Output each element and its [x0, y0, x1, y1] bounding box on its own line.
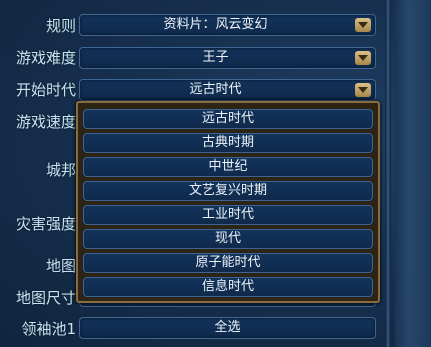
era-option-medieval[interactable]: 中世纪 — [83, 157, 373, 177]
label-leader-pool: 领袖池1 — [21, 320, 76, 338]
leader-pool-button[interactable]: 全选 — [79, 317, 376, 339]
label-game-speed: 游戏速度 — [15, 113, 76, 131]
rules-select[interactable]: 资料片：风云变幻 — [79, 14, 376, 36]
label-difficulty: 游戏难度 — [15, 49, 76, 67]
label-start-era: 开始时代 — [15, 81, 76, 99]
label-disaster-intensity: 灾害强度 — [15, 215, 76, 233]
start-era-dropdown-list: 远古时代 古典时期 中世纪 文艺复兴时期 工业时代 现代 原子能时代 信息时代 — [76, 101, 380, 303]
start-era-select-value: 远古时代 — [189, 82, 242, 97]
era-option-classical[interactable]: 古典时期 — [83, 133, 373, 153]
difficulty-select-value: 王子 — [202, 50, 229, 65]
decorative-divider — [385, 0, 391, 347]
chevron-down-icon[interactable] — [355, 51, 371, 65]
chevron-down-icon[interactable] — [355, 83, 371, 97]
label-map-size: 地图尺寸 — [15, 289, 76, 307]
label-city-states: 城邦 — [45, 161, 76, 179]
difficulty-select[interactable]: 王子 — [79, 47, 376, 69]
era-option-atomic[interactable]: 原子能时代 — [83, 253, 373, 273]
era-option-industrial[interactable]: 工业时代 — [83, 205, 373, 225]
era-option-ancient[interactable]: 远古时代 — [83, 109, 373, 129]
era-option-information[interactable]: 信息时代 — [83, 277, 373, 297]
start-era-select[interactable]: 远古时代 — [79, 79, 376, 101]
era-option-modern[interactable]: 现代 — [83, 229, 373, 249]
chevron-down-icon[interactable] — [355, 18, 371, 32]
label-map: 地图 — [45, 257, 76, 275]
label-rules: 规则 — [45, 17, 76, 35]
rules-select-value: 资料片：风云变幻 — [163, 17, 268, 32]
era-option-renaissance[interactable]: 文艺复兴时期 — [83, 181, 373, 201]
decorative-side-panel — [395, 0, 431, 347]
leader-pool-value: 全选 — [214, 320, 241, 335]
